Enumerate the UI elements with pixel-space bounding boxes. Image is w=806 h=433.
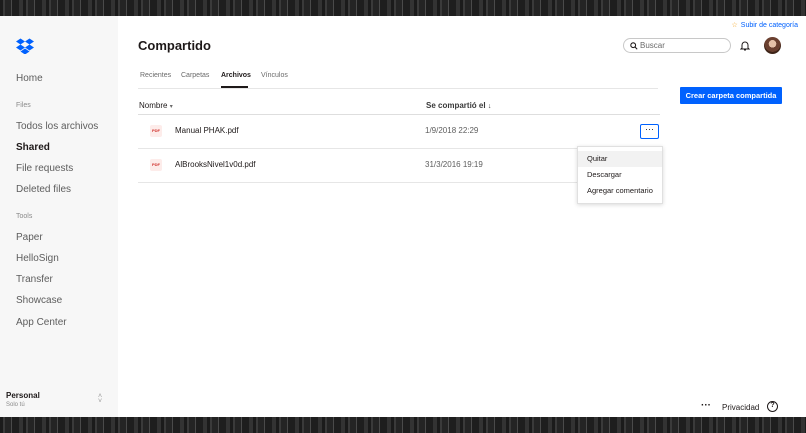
tab-recientes[interactable]: Recientes bbox=[140, 72, 171, 79]
dropbox-window: Home Files Todos los archivos Shared Fil… bbox=[0, 16, 806, 417]
file-name[interactable]: AlBrooksNivel1v0d.pdf bbox=[175, 160, 255, 169]
background-wood-bottom bbox=[0, 417, 806, 433]
menu-item-add-comment[interactable]: Agregar comentario bbox=[578, 183, 662, 199]
avatar[interactable] bbox=[764, 37, 781, 54]
bell-icon[interactable] bbox=[740, 40, 750, 51]
search-input[interactable]: Buscar bbox=[623, 38, 731, 53]
upgrade-label: Subir de categoría bbox=[740, 22, 798, 29]
shared-date: 1/9/2018 22:29 bbox=[425, 126, 479, 135]
page-title: Compartido bbox=[138, 38, 211, 53]
sidebar-item-home[interactable]: Home bbox=[16, 73, 43, 84]
column-header-name[interactable]: Nombre ▾ bbox=[139, 101, 173, 110]
tab-carpetas[interactable]: Carpetas bbox=[181, 72, 209, 79]
sidebar-item-showcase[interactable]: Showcase bbox=[16, 295, 62, 306]
menu-item-remove[interactable]: Quitar bbox=[578, 151, 662, 167]
sidebar-item-transfer[interactable]: Transfer bbox=[16, 274, 53, 285]
tabs-divider bbox=[138, 88, 658, 89]
sidebar-item-file-requests[interactable]: File requests bbox=[16, 163, 73, 174]
more-options-button[interactable]: ··· bbox=[640, 124, 659, 139]
pdf-file-icon: PDF bbox=[150, 125, 162, 137]
tab-vinculos[interactable]: Vínculos bbox=[261, 72, 288, 79]
sidebar-item-all-files[interactable]: Todos los archivos bbox=[16, 121, 98, 132]
file-name[interactable]: Manual PHAK.pdf bbox=[175, 126, 239, 135]
sidebar-item-deleted-files[interactable]: Deleted files bbox=[16, 184, 71, 195]
table-row[interactable]: PDF Manual PHAK.pdf 1/9/2018 22:29 bbox=[138, 115, 660, 149]
account-name[interactable]: Personal bbox=[6, 391, 40, 400]
dropbox-logo-icon[interactable] bbox=[16, 38, 34, 54]
search-placeholder: Buscar bbox=[640, 41, 665, 50]
help-icon[interactable]: ? bbox=[767, 401, 778, 412]
sort-chevron-icon: ▾ bbox=[169, 104, 173, 110]
menu-item-download[interactable]: Descargar bbox=[578, 167, 662, 183]
column-header-name-label: Nombre bbox=[139, 101, 168, 110]
footer-more-icon[interactable]: ··· bbox=[701, 400, 711, 411]
sidebar-section-tools: Tools bbox=[16, 213, 33, 220]
search-icon bbox=[630, 42, 638, 50]
create-shared-folder-button[interactable]: Crear carpeta compartida bbox=[680, 87, 782, 104]
account-subtitle: Solo tú bbox=[6, 402, 25, 408]
sidebar-section-files: Files bbox=[16, 102, 31, 109]
account-switcher-icon[interactable]: ˄ ˅ bbox=[98, 393, 102, 405]
pdf-file-icon: PDF bbox=[150, 159, 162, 171]
star-icon: ☆ bbox=[731, 22, 738, 29]
privacy-link[interactable]: Privacidad bbox=[722, 403, 759, 412]
context-menu: Quitar Descargar Agregar comentario bbox=[577, 146, 663, 204]
tab-archivos[interactable]: Archivos bbox=[221, 72, 251, 79]
column-header-shared-date[interactable]: Se compartió el ↓ bbox=[426, 101, 491, 110]
sidebar-item-paper[interactable]: Paper bbox=[16, 232, 43, 243]
sort-arrow-down-icon: ↓ bbox=[487, 103, 492, 110]
column-header-date-label: Se compartió el bbox=[426, 101, 486, 110]
upgrade-link[interactable]: ☆ Subir de categoría bbox=[732, 21, 798, 29]
background-wood-top bbox=[0, 0, 806, 16]
sidebar-item-app-center[interactable]: App Center bbox=[16, 317, 67, 328]
main-content: ☆ Subir de categoría Compartido Buscar Re… bbox=[118, 16, 806, 417]
sidebar-item-shared[interactable]: Shared bbox=[16, 142, 50, 153]
sidebar-item-hellosign[interactable]: HelloSign bbox=[16, 253, 59, 264]
shared-date: 31/3/2016 19:19 bbox=[425, 160, 483, 169]
sidebar: Home Files Todos los archivos Shared Fil… bbox=[0, 16, 118, 417]
